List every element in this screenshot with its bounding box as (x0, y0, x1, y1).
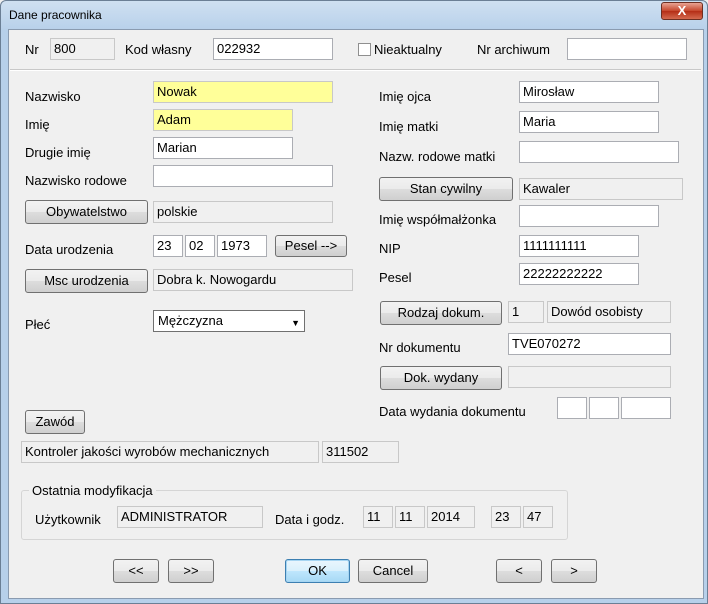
issue-year-field[interactable] (621, 397, 671, 419)
dok-wydany-button[interactable]: Dok. wydany (380, 366, 502, 390)
window-title: Dane pracownika (9, 8, 102, 22)
stan-cywilny-field[interactable]: Kawaler (519, 178, 683, 200)
title-bar[interactable]: Dane pracownika X (1, 1, 707, 29)
data-wydania-label: Data wydania dokumentu (379, 404, 526, 419)
zawod-button[interactable]: Zawód (25, 410, 85, 434)
rodzaj-dokumentu-button[interactable]: Rodzaj dokum. (380, 301, 502, 325)
nieaktualny-label: Nieaktualny (374, 42, 442, 57)
nieaktualny-checkbox[interactable] (358, 43, 371, 56)
plec-select-value: Mężczyzna (158, 313, 224, 328)
dialog-window: Dane pracownika X Nr 800 Kod własny 0229… (0, 0, 708, 604)
birth-year-field[interactable]: 1973 (217, 235, 267, 257)
drugie-imie-field[interactable]: Marian (153, 137, 293, 159)
ok-button[interactable]: OK (285, 559, 350, 583)
pesel-arrow-button[interactable]: Pesel --> (275, 235, 347, 257)
issue-day-field[interactable] (557, 397, 587, 419)
previous-record-button[interactable]: < (496, 559, 542, 583)
nazwisko-rodowe-label: Nazwisko rodowe (25, 173, 127, 188)
birth-month-field[interactable]: 02 (185, 235, 215, 257)
dok-wydany-field[interactable] (508, 366, 671, 388)
nr-field[interactable]: 800 (50, 38, 115, 60)
issue-month-field[interactable] (589, 397, 619, 419)
obywatelstwo-field[interactable]: polskie (153, 201, 333, 223)
dialog-client-area: Nr 800 Kod własny 022932 Nieaktualny Nr … (8, 29, 704, 599)
imie-ojca-label: Imię ojca (379, 89, 432, 104)
top-separator (10, 69, 701, 71)
close-button[interactable]: X (661, 2, 703, 20)
ostatnia-modyfikacja-title: Ostatnia modyfikacja (29, 483, 156, 498)
data-urodzenia-label: Data urodzenia (25, 242, 114, 257)
first-record-button[interactable]: << (113, 559, 159, 583)
imie-matki-label: Imię matki (379, 119, 439, 134)
drugie-imie-label: Drugie imię (25, 145, 91, 160)
nip-label: NIP (379, 241, 401, 256)
nazwisko-rodowe-field[interactable] (153, 165, 333, 187)
uzytkownik-label: Użytkownik (35, 512, 101, 527)
nip-field[interactable]: 1111111111 (519, 235, 639, 257)
imie-wspolmalzonka-label: Imię współmałżonka (379, 212, 497, 227)
msc-urodzenia-field[interactable]: Dobra k. Nowogardu (153, 269, 353, 291)
nazwisko-field[interactable]: Nowak (153, 81, 333, 103)
birth-day-field[interactable]: 23 (153, 235, 183, 257)
nr-dokumentu-label: Nr dokumentu (379, 340, 461, 355)
rodzaj-dokumentu-field[interactable]: Dowód osobisty (547, 301, 671, 323)
mod-hour-field[interactable]: 23 (491, 506, 521, 528)
plec-label: Płeć (25, 317, 51, 332)
nr-archiwum-label: Nr archiwum (477, 42, 550, 57)
chevron-down-icon: ▼ (291, 318, 300, 328)
mod-day-field[interactable]: 11 (363, 506, 393, 528)
kod-wlasny-field[interactable]: 022932 (213, 38, 333, 60)
nazwisko-label: Nazwisko (25, 89, 81, 104)
zawod-field[interactable]: Kontroler jakości wyrobów mechanicznych (21, 441, 319, 463)
mod-month-field[interactable]: 11 (395, 506, 425, 528)
imie-matki-field[interactable]: Maria (519, 111, 659, 133)
plec-select[interactable]: Mężczyzna ▼ (153, 310, 305, 332)
imie-ojca-field[interactable]: Mirosław (519, 81, 659, 103)
mod-minute-field[interactable]: 47 (523, 506, 553, 528)
zawod-code-field[interactable]: 311502 (322, 441, 399, 463)
nazw-rodowe-matki-field[interactable] (519, 141, 679, 163)
nr-archiwum-field[interactable] (567, 38, 687, 60)
data-i-godz-label: Data i godz. (275, 512, 345, 527)
nazw-rodowe-matki-label: Nazw. rodowe matki (379, 149, 496, 164)
mod-year-field[interactable]: 2014 (427, 506, 475, 528)
last-record-button[interactable]: >> (168, 559, 214, 583)
obywatelstwo-button[interactable]: Obywatelstwo (25, 200, 148, 224)
imie-field[interactable]: Adam (153, 109, 293, 131)
stan-cywilny-button[interactable]: Stan cywilny (379, 177, 513, 201)
uzytkownik-field[interactable]: ADMINISTRATOR (117, 506, 263, 528)
cancel-button[interactable]: Cancel (358, 559, 428, 583)
nr-dokumentu-field[interactable]: TVE070272 (508, 333, 671, 355)
rodzaj-dokumentu-code-field[interactable]: 1 (508, 301, 544, 323)
pesel-field[interactable]: 22222222222 (519, 263, 639, 285)
imie-wspolmalzonka-field[interactable] (519, 205, 659, 227)
next-record-button[interactable]: > (551, 559, 597, 583)
msc-urodzenia-button[interactable]: Msc urodzenia (25, 269, 148, 293)
nr-label: Nr (25, 42, 39, 57)
pesel-label: Pesel (379, 270, 412, 285)
kod-wlasny-label: Kod własny (125, 42, 192, 57)
imie-label: Imię (25, 117, 50, 132)
